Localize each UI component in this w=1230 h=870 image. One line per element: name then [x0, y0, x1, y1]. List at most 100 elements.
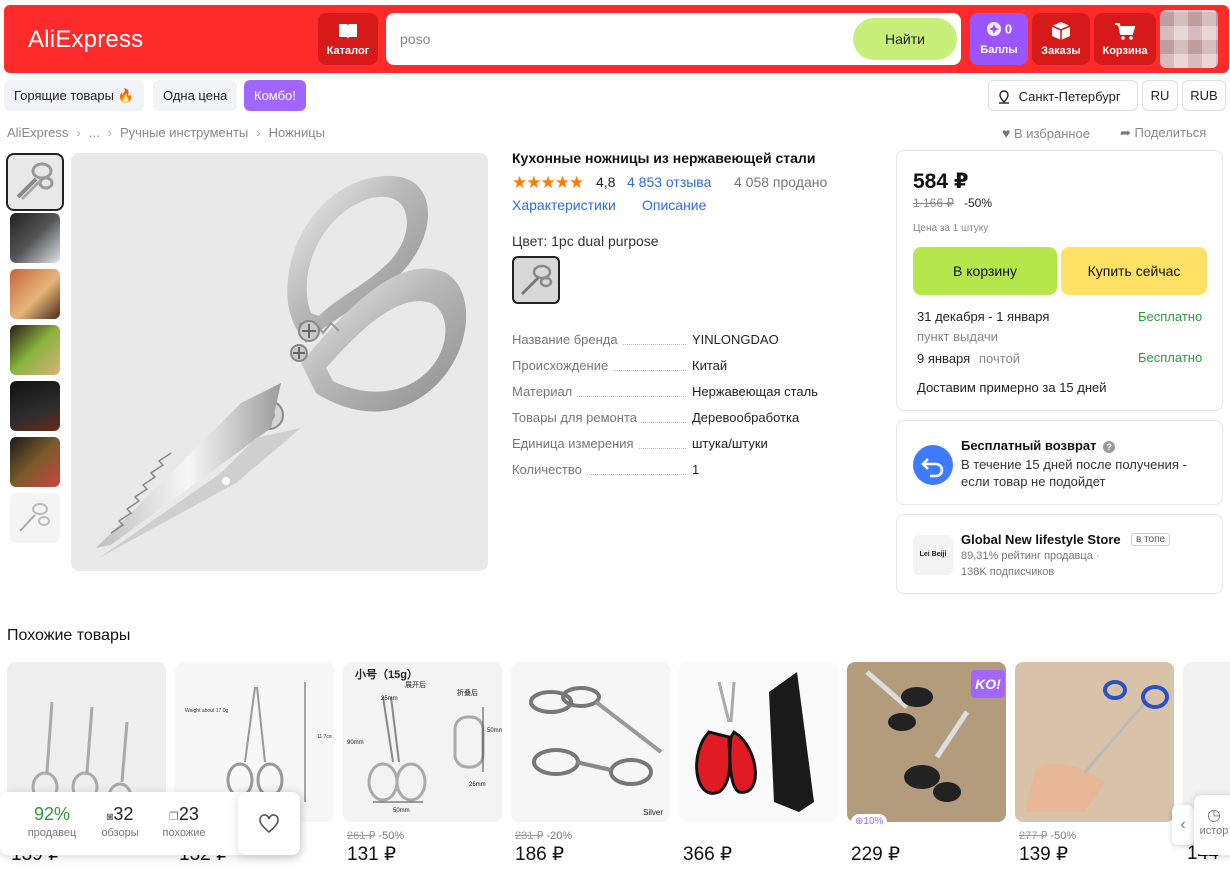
share-button[interactable]: ➦ Поделиться — [1120, 125, 1206, 141]
gallery-thumb-1[interactable] — [6, 153, 64, 211]
breadcrumb-item[interactable]: AliExpress — [7, 125, 68, 140]
reviews-link[interactable]: 4 853 отзыва — [627, 174, 711, 190]
combo-badge: KO! — [971, 670, 1005, 698]
discount: -20% — [546, 830, 573, 842]
spec-row: Количество 1 — [512, 462, 872, 480]
avatar[interactable] — [1160, 10, 1218, 68]
similar-title: Похожие товары — [7, 627, 131, 644]
points-button[interactable]: 0 Баллы — [970, 13, 1028, 65]
heart-outline-icon — [259, 814, 279, 834]
spec-key: Происхождение — [512, 358, 613, 373]
breadcrumb-item[interactable]: Ножницы — [269, 125, 325, 140]
sold-count: 4 058 продано — [734, 174, 828, 190]
old-price-value: 261 ₽ — [347, 830, 376, 842]
scissors-swatch-image — [520, 264, 553, 296]
catalog-label: Каталог — [326, 45, 370, 57]
store-name[interactable]: Global New lifestyle Store — [961, 532, 1121, 547]
gallery-thumb-6[interactable] — [10, 437, 60, 487]
points-icon — [986, 22, 1001, 36]
returns-text-2: если товар не подойдет — [961, 474, 1106, 489]
dim-label: 90mm — [347, 740, 364, 746]
similar-product-card[interactable] — [679, 662, 838, 822]
orders-button[interactable]: Заказы — [1032, 13, 1090, 65]
price: 584 ₽ — [913, 170, 969, 193]
delivery-cost: Бесплатно — [1138, 350, 1203, 365]
spec-row: Материал Нержавеющая сталь — [512, 384, 872, 402]
add-to-cart-button[interactable]: В корзину — [913, 247, 1057, 295]
gallery-thumb-5[interactable] — [10, 381, 60, 431]
dimension-label: 11.7ся — [317, 734, 332, 740]
main-product-image[interactable] — [71, 153, 488, 571]
dot-separator: · — [1095, 550, 1100, 562]
return-arrow-icon — [913, 445, 953, 485]
hot-deals-pill[interactable]: Горящие товары 🔥 — [4, 80, 144, 111]
city-selector[interactable]: Санкт-Петербург — [988, 80, 1138, 111]
currency-selector[interactable]: RUB — [1182, 80, 1226, 111]
delivery-eta: Доставим примерно за 15 дней — [917, 380, 1107, 395]
favorite-label: В избранное — [1013, 126, 1091, 141]
returns-text-1: В течение 15 дней после получения - — [961, 457, 1187, 472]
spec-value: Нержавеющая сталь — [692, 384, 818, 399]
carousel-prev-button[interactable]: ‹ — [1172, 805, 1194, 845]
spec-key: Материал — [512, 384, 577, 399]
hot-deals-label: Горящие товары — [14, 88, 114, 103]
similar-product-card[interactable]: KO! — [847, 662, 1006, 822]
rating-value: 4,8 — [596, 174, 616, 190]
spec-row: Название бренда YINLONGDAO — [512, 332, 872, 350]
dim-label: 26mm — [469, 782, 486, 788]
orders-label: Заказы — [1041, 45, 1081, 57]
scissors-thumb-image — [16, 162, 54, 201]
info-icon[interactable]: ? — [1103, 441, 1116, 453]
logo[interactable]: AliExpress — [28, 26, 143, 54]
returns-card[interactable]: Бесплатный возврат ? В течение 15 дней п… — [896, 420, 1223, 505]
gallery-thumb-4[interactable] — [10, 325, 60, 375]
gallery-thumb-3[interactable] — [10, 269, 60, 319]
similar-label: похожие — [162, 827, 206, 839]
store-rating: 89,31% рейтинг продавца · — [961, 550, 1100, 562]
old-price: 1 166 ₽ — [913, 196, 954, 210]
dim-label: 50mm — [487, 728, 502, 734]
specs-link[interactable]: Характеристики — [512, 197, 616, 213]
breadcrumb-item[interactable]: ... — [89, 125, 100, 140]
catalog-button[interactable]: Каталог — [318, 13, 378, 65]
cart-button[interactable]: Корзина — [1094, 13, 1156, 65]
gallery-thumb-2[interactable] — [10, 213, 60, 263]
clock-icon: ◷ — [1207, 807, 1221, 824]
spec-key: Название бренда — [512, 332, 622, 347]
similar-product-card[interactable] — [1015, 662, 1174, 822]
one-price-pill[interactable]: Одна цена — [153, 80, 238, 111]
similar-product-card[interactable]: Silver — [511, 662, 670, 822]
product-title: Кухонные ножницы из нержавеющей стали — [512, 150, 816, 166]
favorite-button[interactable]: ♥ В избранное — [1002, 125, 1090, 141]
weight-caption: Weight about 17.0g — [185, 708, 229, 714]
points-count: 0 — [1004, 21, 1013, 37]
combo-pill[interactable]: Комбо! — [244, 80, 306, 111]
spec-value: 1 — [692, 462, 700, 477]
breadcrumb-item[interactable]: Ручные инструменты — [120, 125, 248, 140]
gallery-thumb-7[interactable] — [10, 493, 60, 543]
search-input[interactable] — [400, 27, 840, 51]
history-button[interactable]: ◷ истор — [1194, 795, 1230, 855]
delivery-date: 31 декабря - 1 января — [917, 309, 1050, 324]
description-link[interactable]: Описание — [642, 197, 706, 213]
language-selector[interactable]: RU — [1142, 80, 1178, 111]
similar-count: ❐23 — [156, 804, 212, 825]
wishlist-button[interactable] — [238, 792, 300, 855]
returns-title: Бесплатный возврат ? — [961, 438, 1116, 453]
old-price: 261 ₽ -50% — [347, 829, 404, 842]
buy-now-button[interactable]: Купить сейчас — [1061, 247, 1207, 295]
rating-stars-icon: ★★★★★ — [512, 173, 584, 192]
similar-product-card[interactable]: 小号（15g） 展开后 折叠后 25mm 90mm 50mm 50mm 26mm — [343, 662, 502, 822]
folded-label: 折叠后 — [457, 690, 478, 697]
spec-value: Деревообработка — [692, 410, 800, 425]
reviews-stat[interactable]: ◙32 обзоры — [92, 804, 148, 839]
similar-stat[interactable]: ❐23 похожие — [156, 804, 212, 839]
seller-stat[interactable]: 92% продавец — [20, 804, 84, 839]
discount: -50% — [1050, 830, 1077, 842]
color-option-swatch[interactable] — [512, 256, 560, 304]
spec-row: Происхождение Китай — [512, 358, 872, 376]
similar-count-value: 23 — [178, 804, 199, 824]
search-button[interactable]: Найти — [853, 18, 957, 60]
store-card[interactable]: Lei Beiji Global New lifestyle Store в т… — [896, 514, 1223, 594]
chevron-left-icon: ‹ — [1180, 816, 1186, 833]
